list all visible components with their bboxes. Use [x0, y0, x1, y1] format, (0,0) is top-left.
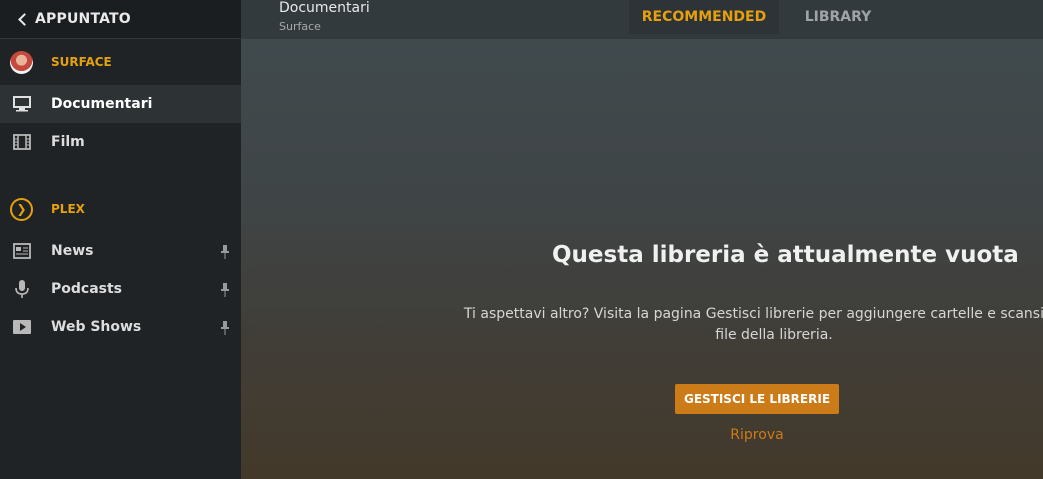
retry-link[interactable]: Riprova: [675, 427, 839, 443]
back-label: APPUNTATO: [35, 11, 131, 27]
page-title: Documentari: [279, 0, 370, 16]
play-icon: [12, 317, 32, 337]
page-subtitle: Surface: [279, 20, 321, 33]
top-bar: Documentari Surface RECOMMENDED LIBRARY: [241, 0, 1043, 39]
microphone-icon: [12, 279, 32, 299]
plex-logo-icon: ❯: [10, 197, 33, 221]
chevron-left-icon: [18, 12, 31, 26]
sidebar-item-documentari[interactable]: Documentari: [0, 85, 241, 123]
monitor-icon: [12, 94, 32, 114]
pin-icon[interactable]: [220, 282, 230, 297]
empty-state-description: Ti aspettavi altro? Visita la pagina Ges…: [454, 304, 1043, 346]
sidebar-item-web-shows[interactable]: Web Shows: [0, 308, 241, 346]
empty-state-title: Questa libreria è attualmente vuota: [552, 242, 1019, 268]
avatar: [10, 50, 33, 74]
sidebar: APPUNTATO SURFACE Documentari Film ❯ PLE…: [0, 0, 241, 479]
empty-state-description-line: file della libreria.: [715, 327, 833, 343]
back-button[interactable]: APPUNTATO: [0, 0, 241, 39]
sidebar-item-label: Documentari: [51, 96, 153, 112]
pin-icon[interactable]: [220, 320, 230, 335]
sidebar-item-label: Web Shows: [51, 319, 142, 335]
sidebar-item-podcasts[interactable]: Podcasts: [0, 270, 241, 308]
main-content: Documentari Surface RECOMMENDED LIBRARY …: [241, 0, 1043, 479]
section-header-plex[interactable]: ❯ PLEX: [0, 186, 241, 232]
sidebar-item-label: News: [51, 243, 94, 259]
film-icon: [12, 132, 32, 152]
section-label: PLEX: [51, 202, 85, 216]
tab-recommended[interactable]: RECOMMENDED: [629, 0, 779, 34]
sidebar-item-news[interactable]: News: [0, 232, 241, 270]
sidebar-item-label: Film: [51, 134, 85, 150]
sidebar-item-film[interactable]: Film: [0, 123, 241, 161]
sidebar-item-label: Podcasts: [51, 281, 123, 297]
manage-libraries-button[interactable]: GESTISCI LE LIBRERIE: [675, 384, 839, 414]
tab-library[interactable]: LIBRARY: [786, 0, 890, 34]
section-label: SURFACE: [51, 55, 112, 69]
section-header-surface[interactable]: SURFACE: [0, 39, 241, 85]
pin-icon[interactable]: [220, 244, 230, 259]
news-icon: [12, 241, 32, 261]
empty-state-description-line: Ti aspettavi altro? Visita la pagina Ges…: [463, 306, 1043, 322]
